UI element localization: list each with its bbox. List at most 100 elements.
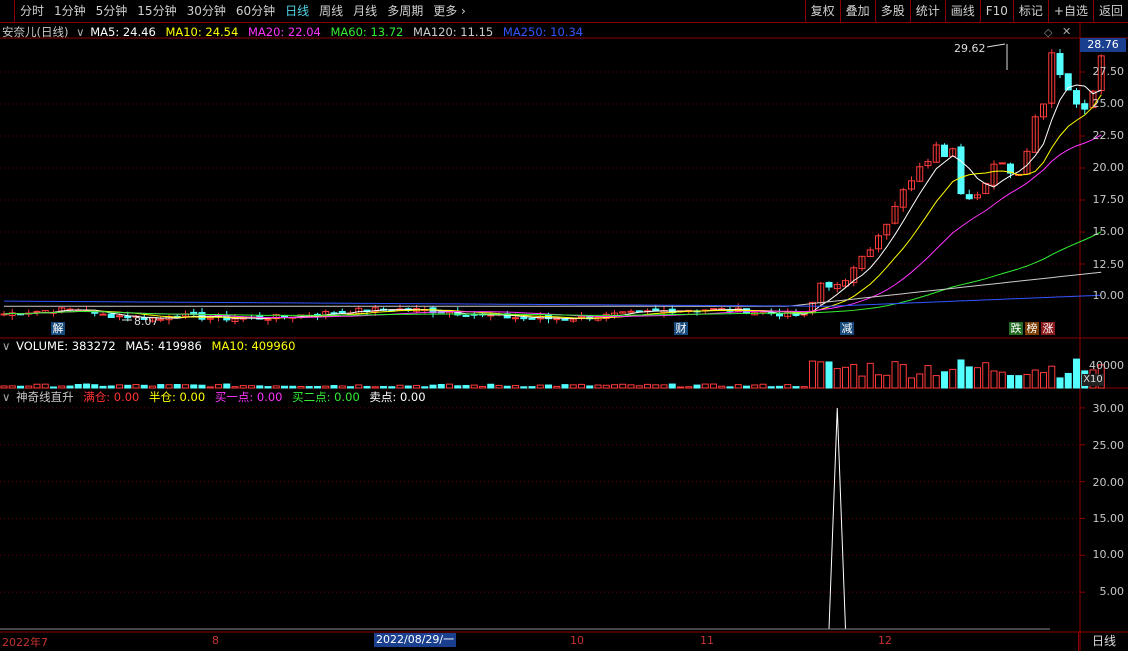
volume-bar [924,365,932,389]
volume-bar [668,383,676,389]
indicator-y-tick: 20.00 [1092,476,1125,489]
volume-bar [528,386,536,389]
stock-title: 安奈儿(日线) [2,25,69,39]
volume-bar [586,385,594,389]
candle-body [281,315,288,318]
candle-body [1056,53,1064,76]
volume-bar [363,385,371,389]
volume-bar [503,385,511,389]
collapse-icon[interactable]: ∨ [2,390,10,404]
indicator-spike [828,407,846,630]
event-marker-jie[interactable]: 解 [51,322,65,335]
volume-value: VOLUME: 383272 [16,339,116,353]
ma120-label: MA120: 11.15 [413,25,494,39]
volume-bar [231,386,239,389]
event-marker-bang[interactable]: 榜 [1025,322,1039,335]
candle-body [512,317,519,320]
y-tick: 17.50 [1092,193,1125,206]
candle-body [1073,90,1080,105]
volume-bar [891,361,899,389]
volume-bar [479,386,486,389]
volume-bar [264,386,272,389]
volume-bar [776,385,783,389]
volume-bar [314,385,321,389]
sell-point-value: 卖点: 0.00 [369,390,426,404]
collapse-icon[interactable]: ∨ [76,25,84,39]
volume-bar [957,359,965,389]
y-tick: 20.00 [1092,161,1125,174]
volume-bar [850,363,858,389]
volume-bar [602,384,610,389]
collapse-icon[interactable]: ∨ [2,339,10,353]
volume-bar [908,377,915,389]
indicator-legend: ∨ 神奇线直升 满仓: 0.00 半仓: 0.00 买一点: 0.00 买二点:… [2,389,432,405]
volume-bar [718,385,726,389]
volume-bar [305,386,313,389]
volume-bar [297,386,305,389]
volume-bar [800,386,808,389]
volume-bar [561,384,569,389]
volume-bar [380,386,387,389]
y-tick: 10.00 [1092,289,1125,302]
volume-bar [578,383,585,389]
volume-bar [470,384,478,389]
volume-bar [421,386,429,389]
event-marker-jian[interactable]: 减 [840,322,854,335]
candle-body [965,194,973,200]
volume-bar [743,385,750,389]
candle-body [520,317,528,320]
kline-chart-canvas[interactable] [0,0,1128,651]
candle-body [627,310,635,313]
candle-body [107,313,115,318]
volume-bar [429,384,437,389]
volume-bar [710,383,717,389]
x-label-oct: 10 [570,634,584,647]
buy-point-1-value: 买一点: 0.00 [214,390,283,404]
period-selector[interactable]: 日线 [1078,632,1128,651]
volume-bar [644,383,651,389]
volume-bar [990,370,998,389]
ma60-line [3,231,1102,316]
volume-bar [124,384,132,389]
candle-body [462,314,470,317]
volume-bar [215,384,222,389]
volume-bar [223,383,231,389]
volume-bar [1015,375,1023,389]
candle-body [998,162,1006,165]
volume-bar [974,367,981,389]
volume-bar [107,385,115,389]
indicator-y-tick: 25.00 [1092,439,1125,452]
candle-body [528,317,536,320]
volume-bar [173,383,181,389]
volume-bar [1048,365,1056,389]
volume-bar [652,384,660,389]
volume-bar [272,385,280,389]
volume-bar [91,384,99,389]
event-marker-zhang[interactable]: 涨 [1041,322,1055,335]
x-label-nov: 11 [700,634,714,647]
candle-body [124,315,132,319]
volume-bar [866,362,874,389]
candle-body [264,318,272,321]
volume-bar [396,384,404,389]
y-tick: 27.50 [1092,65,1125,78]
y-tick: 12.50 [1092,258,1125,271]
ma20-label: MA20: 22.04 [247,25,321,39]
y-tick: 15.00 [1092,225,1125,238]
event-marker-cai[interactable]: 财 [674,322,688,335]
volume-bar [693,384,701,389]
indicator-y-tick: 5.00 [1099,585,1125,598]
x-label-jul: 2022年7 [2,636,48,649]
candle-body [652,308,660,312]
volume-bar [149,385,156,389]
diamond-icon[interactable]: ◇ [1044,26,1052,39]
high-marker-arrow [986,43,1006,48]
indicator-y-tick: 30.00 [1092,402,1125,415]
volume-bar [83,383,90,389]
close-icon[interactable]: ✕ [1062,25,1071,38]
volume-bar [899,364,907,389]
volume-bar [25,385,33,389]
ma10-line [3,94,1102,319]
volume-bar [404,385,412,389]
event-marker-die[interactable]: 跌 [1009,322,1023,335]
